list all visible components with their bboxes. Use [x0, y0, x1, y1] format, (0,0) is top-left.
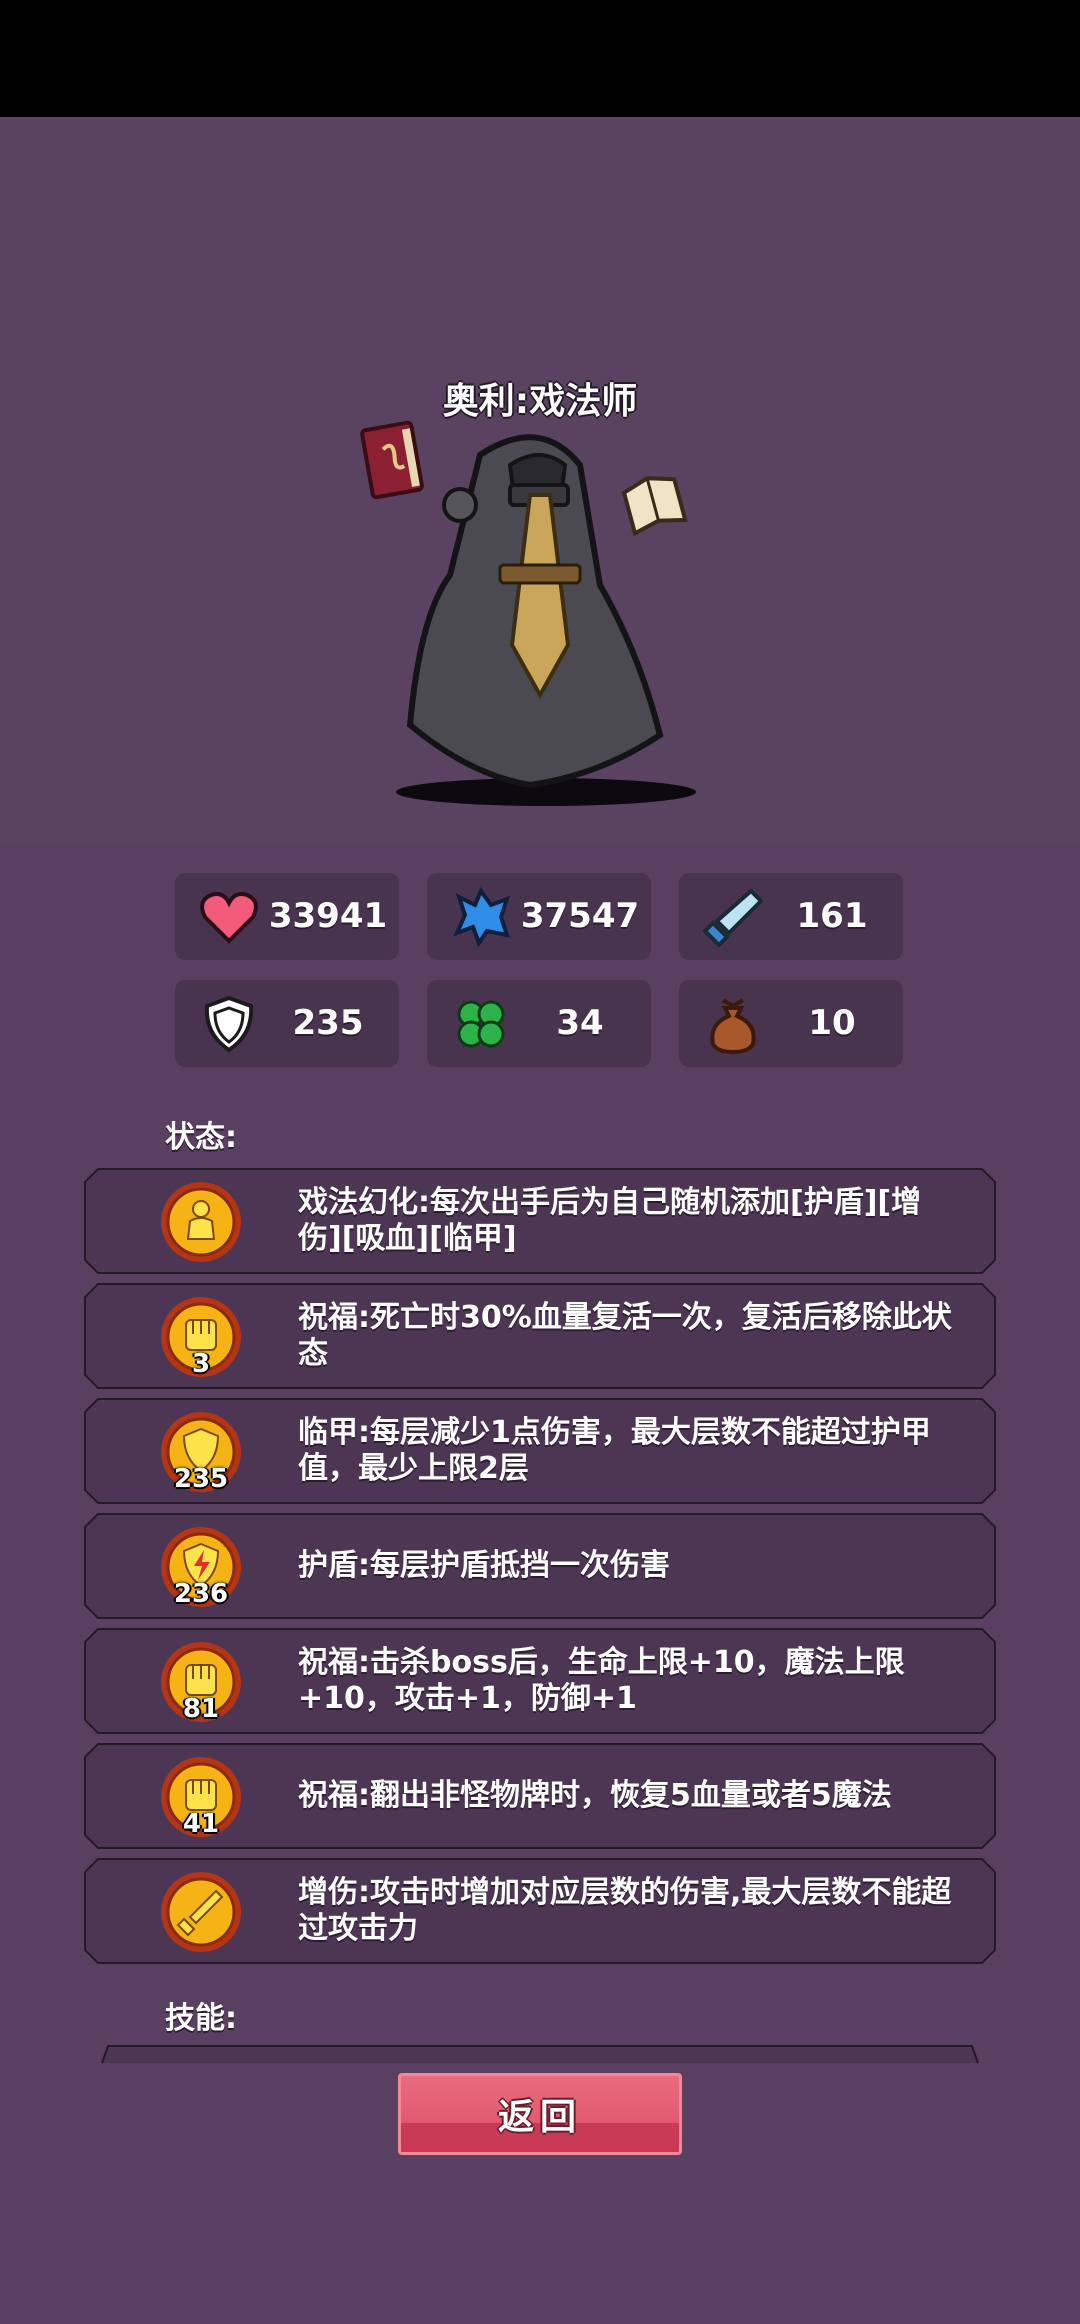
skills-section-title: 技能: — [165, 2001, 237, 2036]
status-card[interactable]: 81 祝福:击杀boss后，生命上限+10，魔法上限+10，攻击+1，防御+1 — [84, 1628, 996, 1734]
status-description: 护盾:每层护盾抵挡一次伤害 — [298, 1548, 670, 1583]
stat-defense: 235 — [175, 980, 399, 1067]
skills-panel-edge — [101, 2045, 979, 2064]
status-card[interactable]: 戏法幻化:每次出手后为自己随机添加[护盾][增伤][吸血][临甲] — [84, 1168, 996, 1274]
mana-crystal-icon — [453, 887, 511, 947]
stat-luck-value: 34 — [556, 1003, 604, 1043]
heart-icon — [200, 892, 258, 944]
status-card[interactable]: 235 临甲:每层减少1点伤害，最大层数不能超过护甲值，最少上限2层 — [84, 1398, 996, 1504]
clover-icon — [457, 1000, 505, 1048]
sword-icon — [161, 1872, 241, 1952]
return-button[interactable]: 返回 — [398, 2073, 682, 2155]
status-description: 戏法幻化:每次出手后为自己随机添加[护盾][增伤][吸血][临甲] — [298, 1185, 922, 1256]
status-card[interactable]: 236 护盾:每层护盾抵挡一次伤害 — [84, 1513, 996, 1619]
status-count: 41 — [182, 1809, 220, 1839]
stat-attack-value: 161 — [796, 896, 868, 936]
money-bag-icon — [710, 998, 756, 1054]
status-count: 235 — [173, 1464, 229, 1494]
person-icon — [161, 1182, 241, 1262]
status-section-title: 状态: — [165, 1120, 237, 1155]
stat-defense-value: 235 — [292, 1003, 364, 1043]
stat-health: 33941 — [175, 873, 399, 960]
stat-health-value: 33941 — [268, 896, 388, 936]
stat-gold: 10 — [679, 980, 903, 1067]
stat-attack: 161 — [679, 873, 903, 960]
status-description: 增伤:攻击时增加对应层数的伤害,最大层数不能超过攻击力 — [298, 1875, 952, 1946]
stat-gold-value: 10 — [808, 1003, 856, 1043]
status-card[interactable]: 3 祝福:死亡时30%血量复活一次，复活后移除此状态 — [84, 1283, 996, 1389]
status-description: 祝福:击杀boss后，生命上限+10，魔法上限+10，攻击+1，防御+1 — [298, 1645, 905, 1716]
status-count: 3 — [191, 1349, 211, 1379]
sword-icon — [703, 888, 763, 947]
status-description: 祝福:死亡时30%血量复活一次，复活后移除此状态 — [298, 1300, 952, 1371]
stat-mana: 37547 — [427, 873, 651, 960]
status-card[interactable]: 41 祝福:翻出非怪物牌时，恢复5血量或者5魔法 — [84, 1743, 996, 1849]
status-card[interactable]: 增伤:攻击时增加对应层数的伤害,最大层数不能超过攻击力 — [84, 1858, 996, 1964]
status-count: 236 — [173, 1579, 229, 1609]
shield-icon — [204, 995, 254, 1053]
status-description: 祝福:翻出非怪物牌时，恢复5血量或者5魔法 — [298, 1778, 892, 1813]
status-description: 临甲:每层减少1点伤害，最大层数不能超过护甲值，最少上限2层 — [298, 1415, 931, 1486]
character-portrait — [360, 420, 696, 806]
stat-luck: 34 — [427, 980, 651, 1067]
status-bar — [0, 0, 1080, 117]
stat-mana-value: 37547 — [520, 896, 640, 936]
status-count: 81 — [182, 1694, 220, 1724]
